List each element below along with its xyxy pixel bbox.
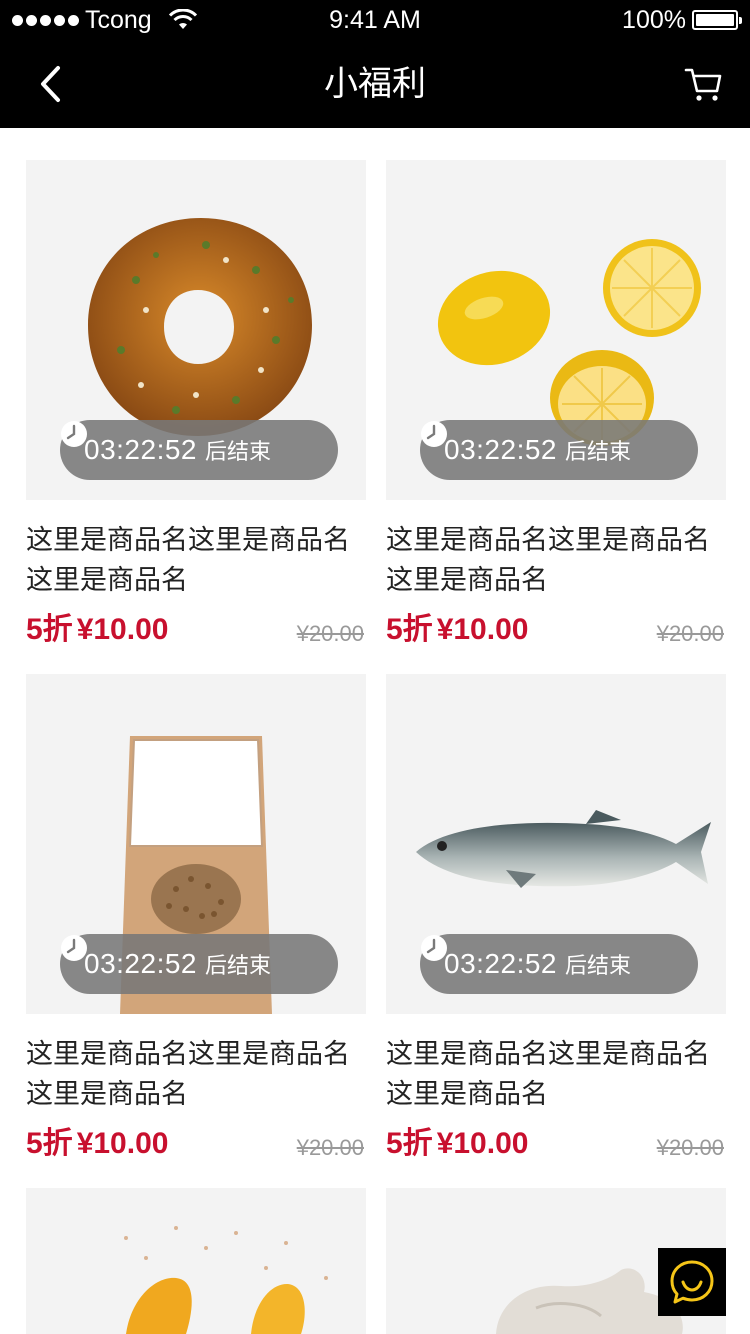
countdown-timer: 03:22:52 后结束 (420, 420, 698, 480)
timer-value: 03:22:52 (84, 434, 197, 465)
product-name: 这里是商品名这里是商品名这里是商品名 (386, 525, 710, 595)
countdown-timer: 03:22:52 后结束 (60, 934, 338, 994)
chat-smile-icon (670, 1260, 714, 1304)
product-name: 这里是商品名这里是商品名这里是商品名 (26, 525, 350, 595)
sale-price: ¥10.00 (76, 613, 169, 646)
price-row: 5折 ¥10.00 ¥20.00 (386, 608, 726, 652)
discount-price: 5折 ¥10.00 (26, 608, 168, 652)
battery-percent: 100% (622, 5, 686, 34)
countdown-timer: 03:22:52 后结束 (420, 934, 698, 994)
original-price: ¥20.00 (296, 1135, 364, 1160)
clock-icon (421, 421, 447, 447)
status-right: 100% (622, 5, 742, 34)
countdown-timer: 03:22:52 后结束 (60, 420, 338, 480)
timer-suffix: 后结束 (565, 953, 632, 978)
timer-value: 03:22:52 (444, 948, 557, 979)
product-name: 这里是商品名这里是商品名这里是商品名 (386, 1039, 710, 1109)
cart-button[interactable] (684, 64, 724, 104)
sale-price: ¥10.00 (436, 1127, 529, 1160)
product-image-mangoes (124, 1226, 328, 1334)
timer-value: 03:22:52 (444, 434, 557, 465)
timer-suffix: 后结束 (205, 953, 272, 978)
product-grid: 03:22:52 后结束 这里是商品名这里是商品名这里是商品名 5折 ¥10.00… (26, 160, 726, 1160)
product-image-grain-bag: 03:22:52 后结束 (26, 674, 366, 1014)
product-card[interactable]: 03:22:52 后结束 这里是商品名这里是商品名这里是商品名 5折 ¥10.00… (26, 674, 366, 1160)
discount-price: 5折 ¥10.00 (386, 1122, 528, 1166)
product-image-donut: 03:22:52 后结束 (26, 160, 366, 500)
nav-bar: 小福利 (0, 40, 750, 128)
chat-button[interactable] (658, 1248, 726, 1316)
status-bar: Tcong 9:41 AM 100% (0, 0, 750, 40)
sale-price: ¥10.00 (76, 1127, 169, 1160)
discount-label: 5折 (386, 613, 433, 646)
original-price: ¥20.00 (656, 1135, 724, 1160)
product-card-partial-mangoes[interactable] (26, 1188, 366, 1334)
product-card[interactable]: 03:22:52 后结束 这里是商品名这里是商品名这里是商品名 5折 ¥10.00… (26, 160, 366, 646)
discount-label: 5折 (386, 1127, 433, 1160)
product-name: 这里是商品名这里是商品名这里是商品名 (26, 1039, 350, 1109)
price-row: 5折 ¥10.00 ¥20.00 (26, 1122, 366, 1166)
product-card[interactable]: 03:22:52 后结束 这里是商品名这里是商品名这里是商品名 5折 ¥10.00… (386, 674, 726, 1160)
clock-icon (421, 935, 447, 961)
product-image-lemons: 03:22:52 后结束 (386, 160, 726, 500)
product-card[interactable]: 03:22:52 后结束 这里是商品名这里是商品名这里是商品名 5折 ¥10.00… (386, 160, 726, 646)
timer-suffix: 后结束 (565, 439, 632, 464)
timer-suffix: 后结束 (205, 439, 272, 464)
product-image-fish: 03:22:52 后结束 (386, 674, 726, 1014)
original-price: ¥20.00 (296, 621, 364, 646)
cart-icon (684, 68, 722, 101)
discount-label: 5折 (26, 1127, 73, 1160)
battery-icon (692, 10, 742, 30)
page-title: 小福利 (324, 65, 426, 103)
discount-price: 5折 ¥10.00 (26, 1122, 168, 1166)
price-row: 5折 ¥10.00 ¥20.00 (386, 1122, 726, 1166)
discount-price: 5折 ¥10.00 (386, 608, 528, 652)
sale-price: ¥10.00 (436, 613, 529, 646)
timer-value: 03:22:52 (84, 948, 197, 979)
clock-icon (61, 421, 87, 447)
clock-icon (61, 935, 87, 961)
discount-label: 5折 (26, 613, 73, 646)
price-row: 5折 ¥10.00 ¥20.00 (26, 608, 366, 652)
original-price: ¥20.00 (656, 621, 724, 646)
